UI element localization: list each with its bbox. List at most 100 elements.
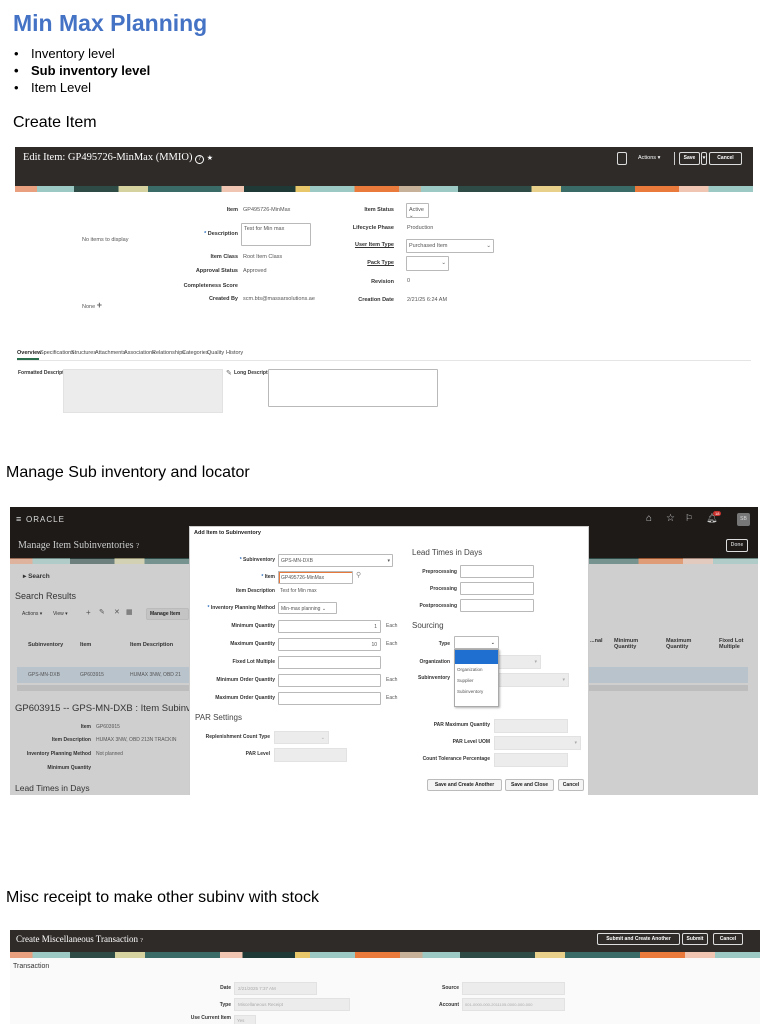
maximum-order-quantity-input[interactable] <box>278 692 381 705</box>
cancel-button[interactable]: Cancel <box>558 779 584 791</box>
edit-icon[interactable]: ✎ <box>99 608 105 616</box>
home-icon[interactable]: ⌂ <box>646 513 652 524</box>
item-description-value: Test for Min max <box>280 588 317 594</box>
submit-and-create-another-button[interactable]: Submit and Create Another <box>597 933 680 945</box>
field-label: Item Status <box>364 207 394 213</box>
column-header[interactable]: Subinventory <box>28 642 63 648</box>
maximum-quantity-input[interactable]: 10 <box>278 638 381 651</box>
view-menu[interactable]: View ▾ <box>53 611 68 617</box>
cancel-button[interactable]: Cancel <box>713 933 743 945</box>
save-menu-button[interactable]: ▾ <box>701 152 707 165</box>
dropdown-option[interactable]: Supplier <box>455 675 498 686</box>
watch-icon[interactable] <box>617 152 627 165</box>
decorative-band <box>15 186 753 192</box>
decorative-band <box>10 952 760 958</box>
dropdown-option[interactable] <box>455 650 498 664</box>
column-header[interactable]: Item <box>80 642 91 648</box>
minimum-quantity-input[interactable]: 1 <box>278 620 381 633</box>
avatar[interactable]: SB <box>737 513 750 526</box>
add-icon[interactable]: + <box>97 300 102 310</box>
save-and-create-another-button[interactable]: Save and Create Another <box>427 779 502 791</box>
tab-attachments[interactable]: Attachments <box>95 350 126 356</box>
bullet-item: • Sub inventory level <box>14 63 151 78</box>
section-title: Transaction <box>13 963 50 970</box>
column-header[interactable]: Fixed Lot Multiple <box>719 638 749 650</box>
delete-icon[interactable]: ✕ <box>114 608 120 616</box>
minimum-order-quantity-input[interactable] <box>278 674 381 687</box>
subinventory-select[interactable]: GPS-MN-DXB ▾ <box>278 554 393 567</box>
save-and-close-button[interactable]: Save and Close <box>505 779 554 791</box>
lead-times-heading: Lead Times in Days <box>412 548 483 557</box>
tab-specifications[interactable]: Specifications <box>40 350 74 356</box>
par-level-uom-select[interactable]: ▾ <box>494 736 581 750</box>
formatted-description-field[interactable] <box>63 369 223 413</box>
item-status-select[interactable]: Active ⌄ <box>406 203 429 219</box>
long-description-textarea[interactable] <box>268 369 438 407</box>
star-icon[interactable]: ☆ <box>666 513 675 524</box>
column-header[interactable]: Minimum Quantity <box>614 638 644 650</box>
flag-icon[interactable]: ⚐ <box>685 513 693 524</box>
column-header[interactable]: Item Description <box>130 642 173 648</box>
cell-subinventory: GPS-MN-DXB <box>28 672 60 678</box>
column-header[interactable]: ...nal ...tion <box>590 638 604 644</box>
tab-quality[interactable]: Quality <box>207 350 224 356</box>
type-select[interactable]: Miscellaneous Receipt <box>234 998 350 1011</box>
postprocessing-input[interactable] <box>460 599 534 612</box>
column-header[interactable]: Maximum Quantity <box>666 638 696 650</box>
help-icon: ? <box>195 155 205 164</box>
tab-associations[interactable]: Associations <box>124 350 155 356</box>
search-icon[interactable]: ⚲ <box>356 571 361 579</box>
use-current-item-select[interactable]: Yes <box>234 1015 256 1024</box>
fixed-lot-multiple-input[interactable] <box>278 656 381 669</box>
field-label: Type <box>219 1002 231 1008</box>
field-label: Source <box>442 985 459 991</box>
tab-history[interactable]: History <box>226 350 243 356</box>
item-input[interactable]: GP495726-MinMax <box>278 571 353 584</box>
source-input[interactable] <box>462 982 565 995</box>
field-label: PAR Maximum Quantity <box>433 722 490 728</box>
tab-overview[interactable]: Overview <box>17 350 41 356</box>
actions-menu[interactable]: Actions ▾ <box>638 155 660 161</box>
freeze-icon[interactable]: ▦ <box>126 608 133 616</box>
date-input[interactable]: 2/21/2025 7:37 AM <box>234 982 317 995</box>
inventory-planning-method-select[interactable]: Min-max planning ⌄ <box>278 602 337 614</box>
field-label: Item Description <box>51 737 91 743</box>
count-tolerance-input[interactable] <box>494 753 568 767</box>
dropdown-option[interactable]: Subinventory <box>455 686 498 697</box>
actions-menu[interactable]: Actions ▾ <box>22 611 42 617</box>
preprocessing-input[interactable] <box>460 565 534 578</box>
divider <box>17 360 751 361</box>
cancel-button[interactable]: Cancel <box>709 152 742 165</box>
tab-relationships[interactable]: Relationships <box>152 350 185 356</box>
tab-categories[interactable]: Categories <box>182 350 209 356</box>
field-label: User Item Type <box>354 242 394 248</box>
field-label: Lifecycle Phase <box>352 225 394 231</box>
empty-message: No items to display <box>82 237 129 243</box>
par-level-input[interactable] <box>274 748 347 762</box>
pack-type-select[interactable]: ⌄ <box>406 256 449 271</box>
tab-structures[interactable]: Structures <box>71 350 96 356</box>
manage-item-button[interactable]: Manage Item <box>146 608 189 620</box>
star-icon[interactable]: ★ <box>207 154 213 162</box>
item-class-value: Root Item Class <box>243 254 283 260</box>
par-maximum-quantity-input[interactable] <box>494 719 568 733</box>
processing-input[interactable] <box>460 582 534 595</box>
dropdown-option[interactable]: Organization <box>455 664 498 675</box>
field-label: Creation Date <box>358 297 394 303</box>
replenishment-count-type-select[interactable]: ⌄ <box>274 731 329 744</box>
menu-icon[interactable]: ≡ <box>16 514 21 524</box>
sourcing-type-select[interactable]: ⌄ <box>454 636 499 649</box>
approval-status-value: Approved <box>243 268 267 274</box>
submit-button[interactable]: Submit <box>682 933 708 945</box>
done-button[interactable]: Done <box>726 539 748 552</box>
pencil-icon[interactable]: ✎ <box>226 369 232 377</box>
description-textarea[interactable]: Test for Min max <box>241 223 311 246</box>
field-value: HUMAX 3NW, OBD 213N TRACKIN <box>96 737 177 743</box>
add-icon[interactable]: + <box>86 608 91 617</box>
search-results-heading: Search Results <box>15 591 77 601</box>
search-toggle[interactable]: ▸ Search <box>23 572 50 580</box>
user-item-type-select[interactable]: Purchased Item ⌄ <box>406 239 494 253</box>
field-label: Maximum Order Quantity <box>215 695 275 701</box>
save-button[interactable]: Save <box>679 152 700 165</box>
account-input[interactable]: 001-0000-000-2011105-0000-000-000 <box>462 998 565 1011</box>
